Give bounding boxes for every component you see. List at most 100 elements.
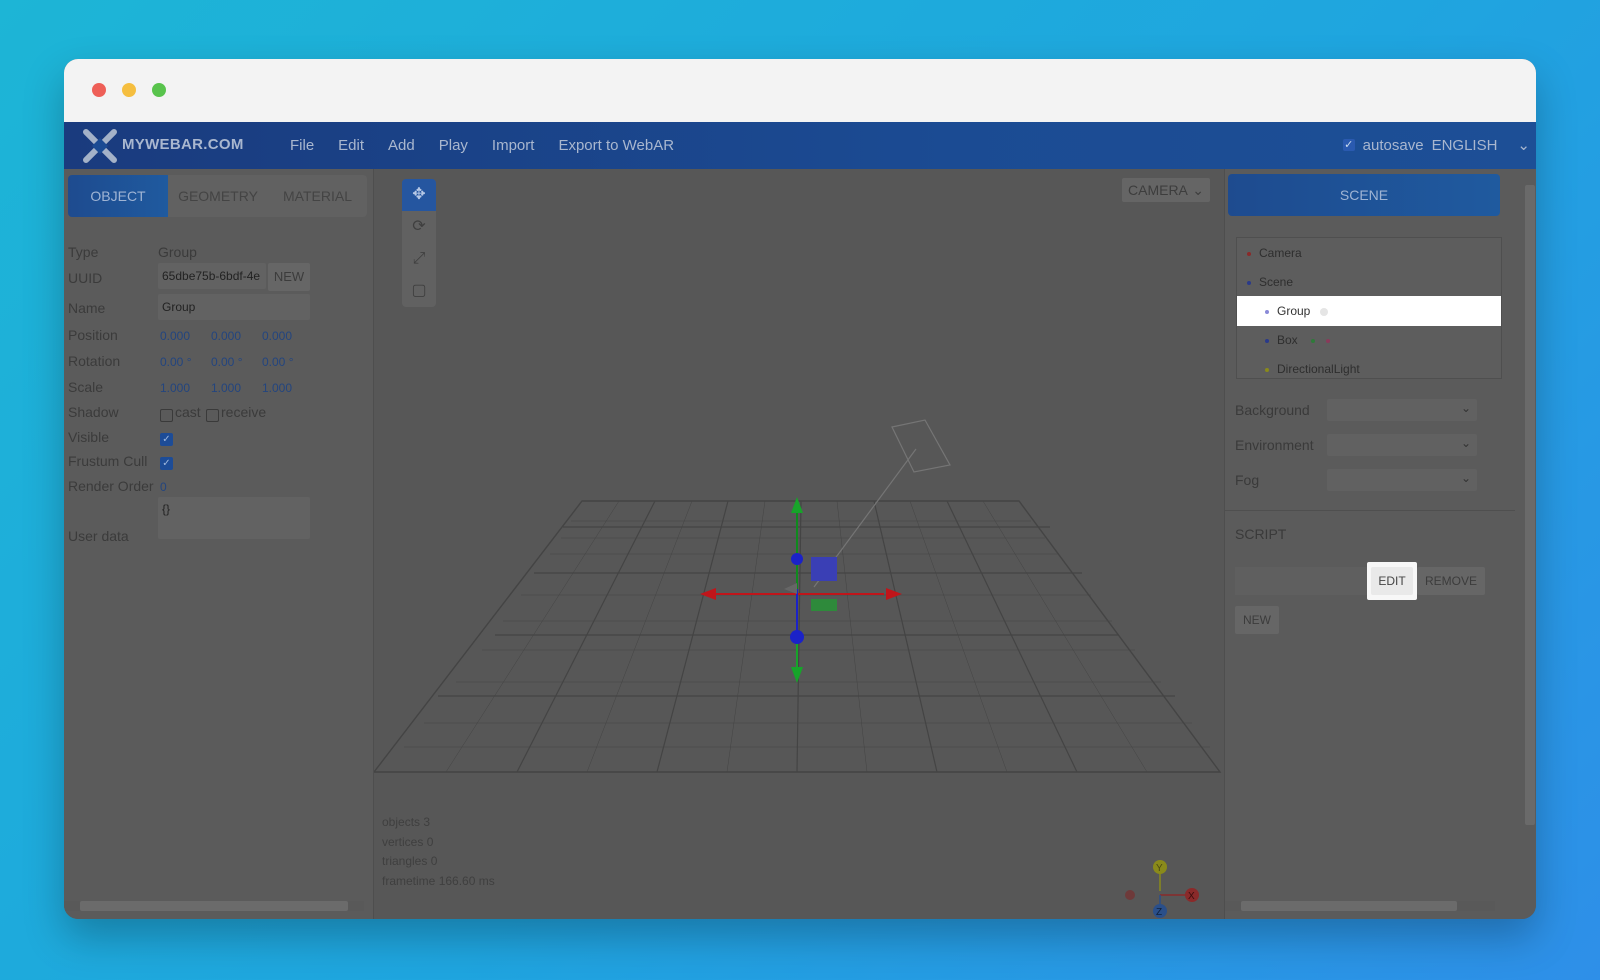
shadow-label: Shadow xyxy=(68,404,119,420)
receive-label: receive xyxy=(221,404,267,420)
minimize-window-button[interactable] xyxy=(122,83,136,97)
left-scrollbar-thumb[interactable] xyxy=(80,901,348,911)
user-data-field[interactable]: {} xyxy=(158,497,310,539)
right-hscrollbar-thumb[interactable] xyxy=(1241,901,1457,911)
rotation-label: Rotation xyxy=(68,353,121,369)
camera-select[interactable]: CAMERA ⌄ xyxy=(1122,178,1210,202)
window-titlebar xyxy=(64,59,1536,122)
opener-icon[interactable] xyxy=(1319,307,1328,316)
scene-button[interactable]: SCENE xyxy=(1228,174,1500,216)
3d-viewport[interactable]: Y X Z ✥ ⟳ ⤢ ▢ CAMERA ⌄ objects 3 vertice… xyxy=(374,169,1224,919)
scene-outliner[interactable]: Camera Scene Group Box DirectionalLight xyxy=(1236,237,1502,379)
language-select[interactable]: ENGLISH xyxy=(1432,137,1498,154)
move-tool-icon[interactable]: ✥ xyxy=(402,179,436,211)
chevron-down-icon[interactable]: ⌄ xyxy=(1517,136,1530,154)
outliner-item-directional-light[interactable]: DirectionalLight xyxy=(1237,354,1501,378)
rotation-y[interactable]: 0.00 ° xyxy=(211,355,243,369)
edit-script-button[interactable]: EDIT xyxy=(1371,567,1413,595)
bullet-icon xyxy=(1265,309,1269,314)
menu-play[interactable]: Play xyxy=(439,137,468,154)
scale-label: Scale xyxy=(68,379,104,395)
outliner-item-label: Camera xyxy=(1259,246,1302,260)
stats-objects-value: 3 xyxy=(423,815,431,829)
cast-label: cast xyxy=(175,404,201,420)
left-horizontal-scrollbar[interactable] xyxy=(64,901,364,911)
scale-z[interactable]: 1.000 xyxy=(262,381,292,395)
bullet-icon xyxy=(1247,251,1251,256)
name-field[interactable]: Group xyxy=(158,294,310,320)
menu-export[interactable]: Export to WebAR xyxy=(558,137,674,154)
stats-objects-label: objects xyxy=(382,815,421,829)
menubar-right: ✓ autosave ENGLISH ⌄ xyxy=(1342,136,1530,154)
menu-add[interactable]: Add xyxy=(388,137,415,154)
frustum-cull-checkbox[interactable]: ✓ xyxy=(160,457,173,470)
material-icon xyxy=(1326,338,1331,343)
environment-label: Environment xyxy=(1235,437,1314,453)
menu-import[interactable]: Import xyxy=(492,137,535,154)
bullet-icon xyxy=(1265,367,1269,372)
outliner-item-box[interactable]: Box xyxy=(1237,325,1501,355)
tab-object[interactable]: OBJECT xyxy=(68,175,168,217)
autosave-label: autosave xyxy=(1362,136,1424,154)
background-select[interactable]: ⌄ xyxy=(1327,399,1477,421)
scene-panel: SCENE Camera Scene Group Box Directional… xyxy=(1224,169,1536,919)
rotation-x[interactable]: 0.00 ° xyxy=(160,355,192,369)
render-order-value[interactable]: 0 xyxy=(160,480,167,494)
position-x[interactable]: 0.000 xyxy=(160,329,190,343)
new-script-button[interactable]: NEW xyxy=(1235,606,1279,634)
right-horizontal-scrollbar[interactable] xyxy=(1225,901,1495,911)
main-menu: File Edit Add Play Import Export to WebA… xyxy=(290,137,674,154)
stats-vertices-value: 0 xyxy=(426,834,434,849)
scale-y[interactable]: 1.000 xyxy=(211,381,241,395)
outliner-item-group[interactable]: Group xyxy=(1237,296,1501,326)
uuid-new-button[interactable]: NEW xyxy=(268,263,310,291)
camera-select-label: CAMERA xyxy=(1128,182,1188,198)
script-name-field[interactable] xyxy=(1235,567,1367,595)
right-scrollbar-thumb[interactable] xyxy=(1525,185,1535,825)
tab-material[interactable]: MATERIAL xyxy=(268,175,367,217)
rotate-tool-icon[interactable]: ⟳ xyxy=(402,211,436,243)
position-y[interactable]: 0.000 xyxy=(211,329,241,343)
scale-x[interactable]: 1.000 xyxy=(160,381,190,395)
cast-checkbox[interactable] xyxy=(160,409,173,422)
stats-triangles-value: 0 xyxy=(430,854,438,868)
menubar: MYWEBAR.COM File Edit Add Play Import Ex… xyxy=(64,122,1536,169)
visible-checkbox[interactable]: ✓ xyxy=(160,433,173,446)
local-space-icon[interactable]: ▢ xyxy=(402,275,436,307)
environment-select[interactable]: ⌄ xyxy=(1327,434,1477,456)
outliner-item-scene[interactable]: Scene xyxy=(1237,267,1501,297)
browser-window: MYWEBAR.COM File Edit Add Play Import Ex… xyxy=(64,59,1536,919)
logo-icon xyxy=(83,129,117,163)
axis-label-y: Y xyxy=(1156,863,1163,874)
stats-frametime-value: 166.60 ms xyxy=(438,873,495,888)
close-window-button[interactable] xyxy=(92,83,106,97)
stats-triangles-label: triangles xyxy=(382,854,428,868)
position-z[interactable]: 0.000 xyxy=(262,329,292,343)
rotation-z[interactable]: 0.00 ° xyxy=(262,355,294,369)
type-value: Group xyxy=(158,244,197,260)
outliner-item-camera[interactable]: Camera xyxy=(1237,238,1501,268)
uuid-field[interactable]: 65dbe75b-6bdf-4e xyxy=(158,263,266,289)
object-tabs: OBJECT GEOMETRY MATERIAL xyxy=(68,175,367,217)
fog-select[interactable]: ⌄ xyxy=(1327,469,1477,491)
type-label: Type xyxy=(68,244,99,260)
tab-geometry[interactable]: GEOMETRY xyxy=(168,175,268,217)
object-panel: OBJECT GEOMETRY MATERIAL Type Group UUID… xyxy=(64,169,374,919)
remove-script-button[interactable]: REMOVE xyxy=(1417,567,1485,595)
chevron-down-icon: ⌄ xyxy=(1460,436,1471,450)
maximize-window-button[interactable] xyxy=(152,83,166,97)
render-stats: objects 3 vertices 0 triangles 0 frameti… xyxy=(382,813,495,891)
script-heading: SCRIPT xyxy=(1235,526,1287,542)
name-label: Name xyxy=(68,300,106,316)
scale-tool-icon[interactable]: ⤢ xyxy=(402,243,436,275)
receive-checkbox[interactable] xyxy=(206,409,219,422)
right-vertical-scrollbar[interactable] xyxy=(1523,169,1536,899)
scene-canvas[interactable]: Y X Z xyxy=(374,169,1224,919)
visible-label: Visible xyxy=(68,429,109,445)
bullet-icon xyxy=(1265,338,1269,343)
menu-file[interactable]: File xyxy=(290,137,314,154)
autosave-checkbox[interactable]: ✓ xyxy=(1342,139,1355,151)
menu-edit[interactable]: Edit xyxy=(338,137,364,154)
outliner-item-label: Scene xyxy=(1259,275,1294,289)
frustum-cull-label: Frustum Cull xyxy=(68,453,148,469)
